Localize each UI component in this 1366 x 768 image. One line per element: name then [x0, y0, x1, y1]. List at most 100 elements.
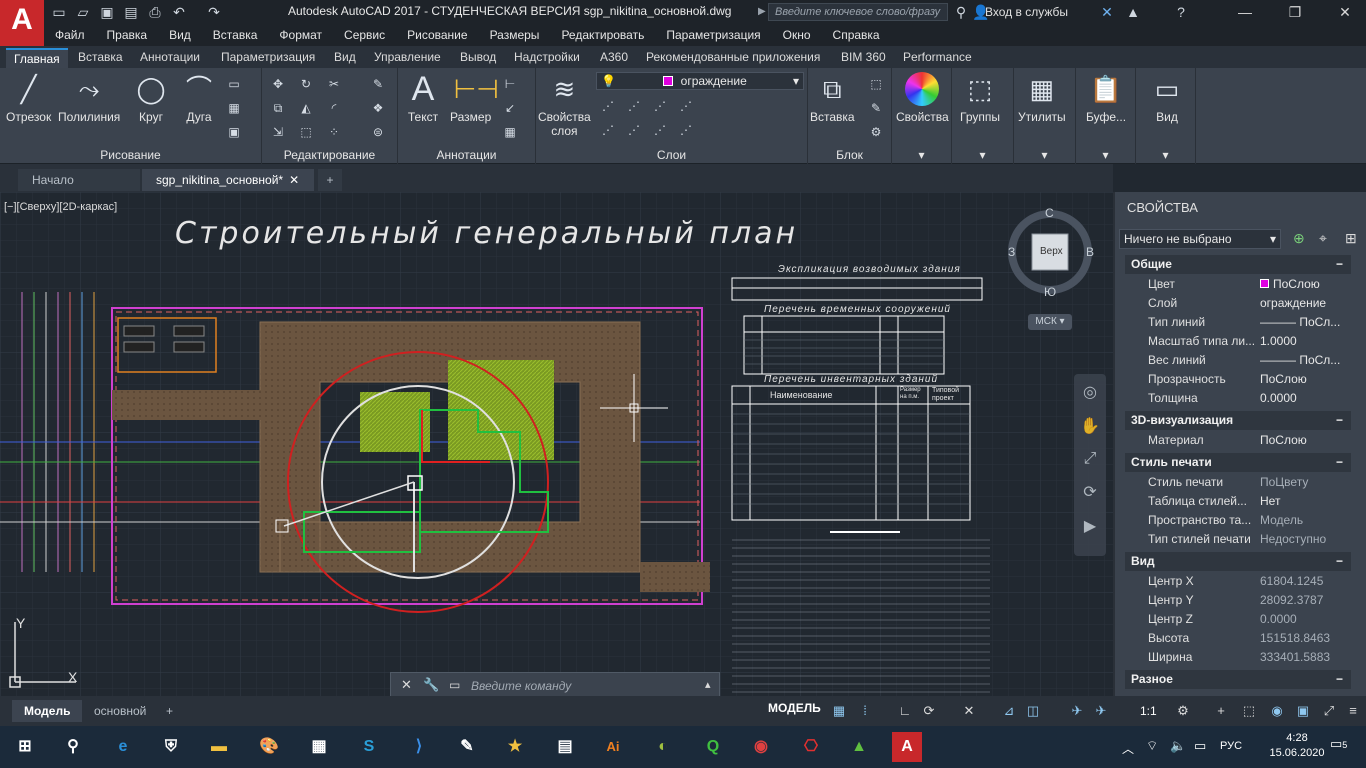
model-space-toggle[interactable]: МОДЕЛЬ: [768, 701, 821, 715]
section-misc[interactable]: Разное −: [1125, 670, 1351, 689]
clipboard-button[interactable]: 📋 Буфе...: [1086, 72, 1126, 124]
prop-height[interactable]: Высота 151518.8463: [1125, 629, 1351, 648]
tab-layout-osnovnoy[interactable]: основной: [82, 700, 158, 722]
osnap-icon[interactable]: ✕: [960, 702, 978, 720]
calculator-icon[interactable]: ▦: [304, 732, 334, 762]
tab-manage[interactable]: Управление: [366, 48, 449, 68]
fullscreen-icon[interactable]: ⤢: [1320, 702, 1338, 720]
prop-center-y[interactable]: Центр Y 28092.3787: [1125, 591, 1351, 610]
pickadd-icon[interactable]: ⊞: [1345, 230, 1357, 247]
ucs-menu-button[interactable]: МСК ▾: [1028, 314, 1072, 330]
orbit-icon[interactable]: ⟳: [1074, 482, 1106, 502]
line-button[interactable]: ╱ Отрезок: [6, 72, 51, 124]
tab-addins[interactable]: Надстройки: [506, 48, 588, 68]
layer-dropdown[interactable]: 💡 ограждение ▾: [596, 72, 804, 90]
create-block-icon[interactable]: ⬚: [868, 76, 884, 92]
tab-output[interactable]: Вывод: [452, 48, 504, 68]
video-icon[interactable]: ▤: [550, 732, 580, 762]
panel-modify-title[interactable]: Редактирование: [262, 148, 397, 162]
menu-edit[interactable]: Правка: [96, 28, 159, 42]
arc-button[interactable]: ⌒ Дуга: [182, 72, 216, 124]
prop-layer[interactable]: Слой ограждение: [1125, 294, 1351, 313]
panel-utilities-chevron[interactable]: ▾: [1014, 148, 1075, 162]
quick-select-icon[interactable]: ⊕: [1293, 230, 1305, 247]
new-layout-button[interactable]: +: [158, 700, 181, 722]
tab-model[interactable]: Модель: [12, 700, 83, 722]
security-icon[interactable]: ⛨: [156, 732, 186, 762]
chrome-icon[interactable]: ◉: [746, 732, 776, 762]
language-indicator[interactable]: РУС: [1220, 740, 1242, 752]
annotation-visibility-icon[interactable]: ✈: [1068, 702, 1086, 720]
viewport-controls[interactable]: [−][Сверху][2D-каркас]: [4, 201, 117, 213]
selection-dropdown[interactable]: Ничего не выбрано ▾: [1119, 229, 1281, 249]
menu-tools[interactable]: Сервис: [333, 28, 396, 42]
properties-button[interactable]: Свойства: [896, 72, 949, 124]
battery-icon[interactable]: ▭: [1194, 738, 1206, 754]
customize-icon[interactable]: ≡: [1344, 702, 1362, 720]
search-input[interactable]: Введите ключевое слово/фразу: [768, 3, 948, 21]
menu-dimension[interactable]: Размеры: [479, 28, 551, 42]
explode-icon[interactable]: ❖: [370, 100, 386, 116]
menu-file[interactable]: Файл: [44, 28, 96, 42]
save-icon[interactable]: ▣: [98, 3, 116, 21]
open-file-icon[interactable]: ▱: [74, 3, 92, 21]
polar-icon[interactable]: ⟳: [920, 702, 938, 720]
app-icon[interactable]: ★: [500, 732, 530, 762]
menu-view[interactable]: Вид: [158, 28, 202, 42]
prop-thickness[interactable]: Толщина 0.0000: [1125, 389, 1351, 408]
hardware-accel-icon[interactable]: ◉: [1268, 702, 1286, 720]
fillet-icon[interactable]: ◜: [326, 100, 342, 116]
illustrator-icon[interactable]: Ai: [598, 732, 628, 762]
panel-clipboard-chevron[interactable]: ▾: [1076, 148, 1135, 162]
prop-plot-table-space[interactable]: Пространство та... Модель: [1125, 511, 1351, 530]
tab-bim360[interactable]: BIM 360: [833, 48, 894, 68]
menu-modify[interactable]: Редактировать: [550, 28, 655, 42]
menu-insert[interactable]: Вставка: [202, 28, 269, 42]
edit-block-icon[interactable]: ✎: [868, 100, 884, 116]
tab-view[interactable]: Вид: [326, 48, 364, 68]
layer-tool-icon[interactable]: ⋰: [678, 122, 694, 138]
menu-draw[interactable]: Рисование: [396, 28, 478, 42]
minimize-icon[interactable]: —: [1230, 2, 1260, 22]
layer-tool-icon[interactable]: ⋰: [626, 98, 642, 114]
app-icon[interactable]: ✎: [452, 732, 482, 762]
panel-annotation-title[interactable]: Аннотации: [398, 148, 535, 162]
layer-tool-icon[interactable]: ⋰: [626, 122, 642, 138]
add-icon[interactable]: +: [1212, 702, 1230, 720]
acrobat-icon[interactable]: ⎔: [796, 732, 826, 762]
tab-drawing[interactable]: sgp_nikitina_основной* ✕: [142, 169, 314, 191]
ortho-icon[interactable]: ∟: [896, 702, 914, 720]
viewcube-west[interactable]: З: [1008, 245, 1015, 259]
dimension-button[interactable]: ⊢⊣ Размер: [450, 72, 499, 124]
layer-tool-icon[interactable]: ⋰: [600, 122, 616, 138]
close-icon[interactable]: ✕: [1330, 2, 1360, 22]
save-as-icon[interactable]: ▤: [122, 3, 140, 21]
prop-lineweight[interactable]: Вес линий ——— ПоСл...: [1125, 351, 1351, 370]
stretch-icon[interactable]: ⇲: [270, 124, 286, 140]
erase-icon[interactable]: ✎: [370, 76, 386, 92]
tab-start[interactable]: Начало: [18, 169, 140, 191]
panel-groups-chevron[interactable]: ▾: [952, 148, 1013, 162]
trim-icon[interactable]: ✂: [326, 76, 342, 92]
panel-draw-title[interactable]: Рисование: [0, 148, 261, 162]
groups-button[interactable]: ⬚ Группы: [960, 72, 1000, 124]
close-icon[interactable]: ✕: [401, 677, 412, 693]
search-icon[interactable]: ⚲: [58, 732, 88, 762]
network-icon[interactable]: ⌔: [1146, 738, 1158, 754]
prop-plot-style-table[interactable]: Таблица стилей... Нет: [1125, 492, 1351, 511]
windows-start-icon[interactable]: ⊞: [10, 732, 40, 762]
section-general[interactable]: Общие −: [1125, 255, 1351, 274]
viewcube-top[interactable]: Верх: [1040, 246, 1063, 257]
maximize-icon[interactable]: ❐: [1280, 2, 1310, 22]
tray-chevron-icon[interactable]: ︿: [1122, 740, 1134, 757]
steering-wheel-icon[interactable]: ◎: [1074, 382, 1106, 402]
gradient-icon[interactable]: ▣: [226, 124, 242, 140]
table-icon[interactable]: ▦: [502, 124, 518, 140]
section-plot-style[interactable]: Стиль печати −: [1125, 453, 1351, 472]
showmotion-icon[interactable]: ▶: [1074, 516, 1106, 536]
tab-annotate[interactable]: Аннотации: [132, 48, 208, 68]
app-icon[interactable]: ▲: [844, 732, 874, 762]
move-icon[interactable]: ✥: [270, 76, 286, 92]
rotate-icon[interactable]: ↻: [298, 76, 314, 92]
tab-a360[interactable]: A360: [592, 48, 636, 68]
